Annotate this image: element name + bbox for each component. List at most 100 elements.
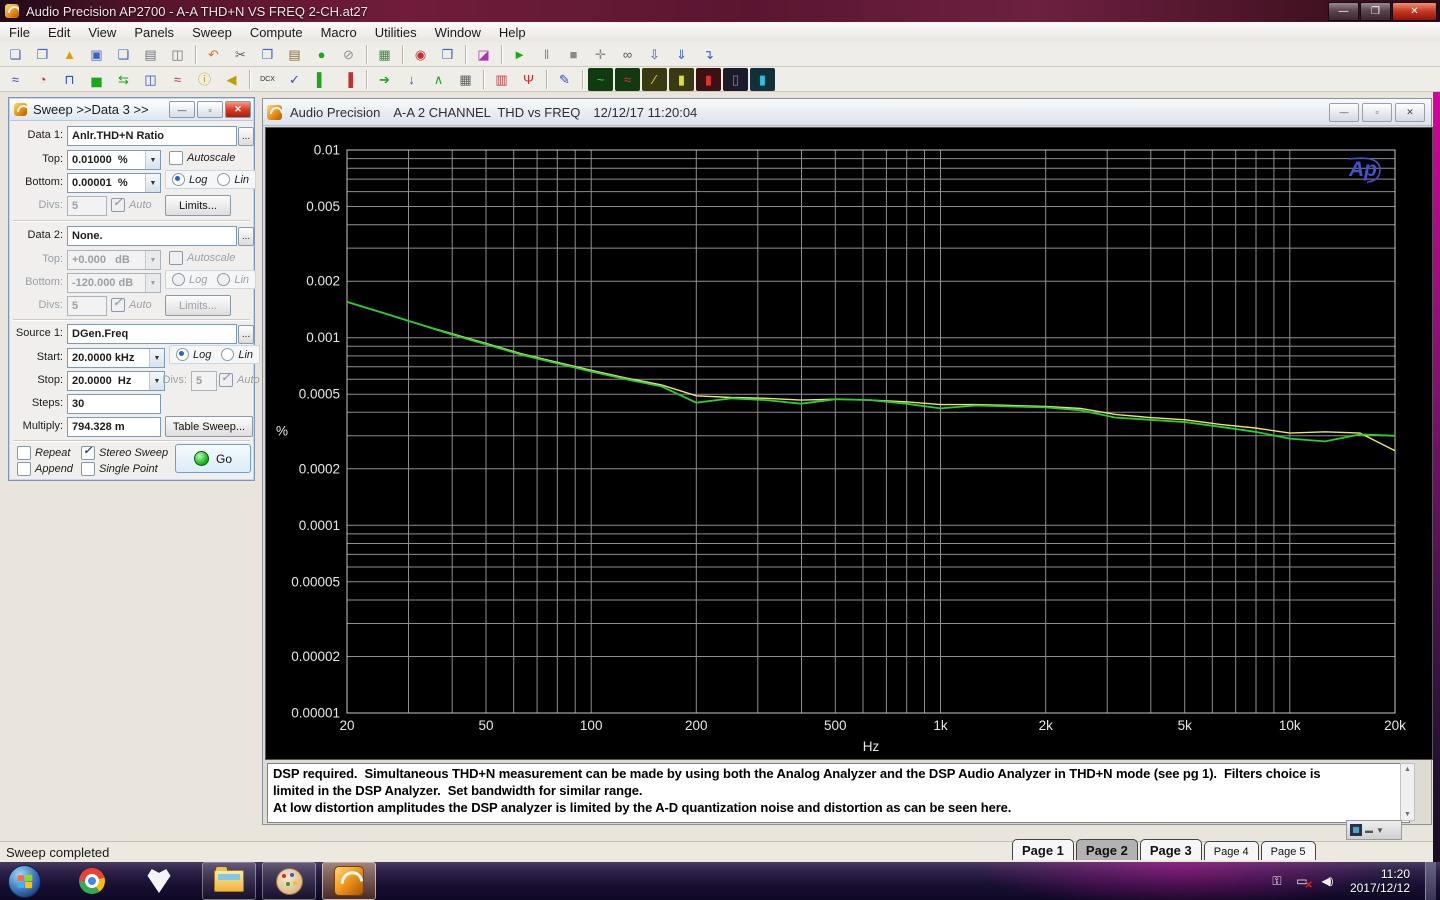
dio-panel-button[interactable]: ◫ (138, 68, 163, 91)
expand-icon[interactable]: ▼ (1376, 826, 1384, 835)
cursor-down-button[interactable]: ⇩ (642, 43, 667, 66)
scope-panel-button[interactable]: ≈ (3, 68, 28, 91)
dropdown-arrow-icon[interactable]: ▼ (145, 174, 160, 192)
comment-scrollbar[interactable]: ▲ ▼ (1400, 763, 1415, 821)
regulation-button[interactable]: ❒ (435, 43, 460, 66)
pan-tool-button[interactable]: ✛ (588, 43, 613, 66)
start-combo[interactable]: 20.0000 kHz ▼ (67, 348, 165, 368)
data1-bottom-combo[interactable]: 0.00001 % ▼ (67, 173, 161, 193)
multiply-input[interactable]: 794.328 m (67, 417, 161, 437)
restore-icon[interactable]: ▬ (1365, 826, 1373, 835)
data2-input[interactable]: None. (67, 226, 237, 246)
page-thumb-2-button[interactable]: ≈ (615, 67, 640, 91)
sweep-panel-titlebar[interactable]: Sweep >>Data 3 >> — ▫ ✕ (10, 99, 253, 121)
source1-browse-button[interactable]: ... (238, 325, 254, 344)
repeat-checkbox[interactable]: Repeat (17, 446, 70, 460)
menu-item-compute[interactable]: Compute (241, 22, 312, 42)
page-tab-3[interactable]: Page 3 (1139, 839, 1202, 860)
panel-maximize-button[interactable]: ▫ (197, 101, 223, 118)
taskbar-clock[interactable]: 11:20 2017/12/12 (1344, 867, 1416, 895)
steps-input[interactable]: 30 (67, 394, 161, 414)
taskbar-explorer-button[interactable] (202, 862, 256, 900)
sweep-run-button[interactable]: ➔ (372, 68, 397, 91)
go-button[interactable]: ● (309, 43, 334, 66)
generator-panel-button[interactable]: ▅ (84, 68, 109, 91)
info-panel-button[interactable]: ⓘ (192, 68, 217, 91)
append-checkbox[interactable]: Append (17, 462, 73, 476)
regulate-panel-button[interactable]: Ψ (516, 68, 541, 91)
open-append-button[interactable]: ❐ (30, 43, 55, 66)
multitone-panel-button[interactable]: ≈ (165, 68, 190, 91)
menu-item-panels[interactable]: Panels (125, 22, 183, 42)
wizard-button[interactable]: ◪ (471, 43, 496, 66)
page-thumb-1-button[interactable]: ~ (588, 67, 613, 91)
copy-button[interactable]: ❐ (255, 43, 280, 66)
minimize-button[interactable]: — (1328, 2, 1359, 21)
cursor-goto-button[interactable]: ↴ (696, 43, 721, 66)
source1-input[interactable]: DGen.Freq (67, 324, 237, 344)
page-thumb-5-button[interactable]: ▮ (696, 67, 721, 91)
data1-limits-button[interactable]: Limits... (165, 195, 231, 216)
digital-analyzer-button[interactable]: ⊓ (57, 68, 82, 91)
scroll-up-icon[interactable]: ▲ (1404, 764, 1411, 775)
page-thumb-3-button[interactable]: ∕ (642, 67, 667, 91)
table-sweep-button[interactable]: Table Sweep... (165, 416, 253, 437)
graph-minimize-button[interactable]: — (1329, 102, 1359, 122)
menu-item-help[interactable]: Help (490, 22, 535, 42)
paste-button[interactable]: ▤ (282, 43, 307, 66)
scroll-down-icon[interactable]: ▼ (1404, 809, 1411, 820)
sweep-append-button[interactable]: ↓ (399, 68, 424, 91)
macro-editor-button[interactable]: ✎ (552, 68, 577, 91)
new-test-button[interactable]: ❏ (3, 43, 28, 66)
close-button[interactable]: ✕ (1392, 2, 1437, 21)
taskbar-foobar2000-button[interactable] (133, 863, 185, 899)
power-plug-icon[interactable]: ⚿ (1269, 873, 1285, 889)
taskbar-paint-button[interactable] (262, 862, 316, 900)
source1-lin-radio[interactable]: Lin (221, 348, 253, 361)
show-desktop-button[interactable] (1425, 862, 1436, 900)
panel-minimize-button[interactable]: — (169, 101, 195, 118)
graph-maximize-button[interactable]: ▫ (1362, 102, 1392, 122)
bargraph-green-button[interactable]: ▌ (309, 68, 334, 91)
bargraph-red-button[interactable]: ▐ (336, 68, 361, 91)
stop-combo[interactable]: 20.0000 Hz ▼ (67, 371, 165, 391)
monitor-tool-button[interactable]: ∞ (615, 43, 640, 66)
graph-close-button[interactable]: ✕ (1395, 102, 1425, 122)
data-table-button[interactable]: ▦ (453, 68, 478, 91)
page-thumb-6-button[interactable]: ▯ (723, 67, 748, 91)
data1-top-combo[interactable]: 0.01000 % ▼ (67, 150, 161, 170)
go-button[interactable]: Go (175, 444, 251, 473)
settling-panel-button[interactable]: ✓ (282, 68, 307, 91)
thd-vs-freq-chart[interactable]: 20 50 100 200 500 1k 2k 5k 10k 20k 0.01 0.005 0.002 0… (266, 128, 1432, 759)
comment-box[interactable]: DSP required. Simultaneous THD+N measure… (267, 763, 1410, 823)
stop-button[interactable]: ⊘ (336, 43, 361, 66)
data2-browse-button[interactable]: ... (238, 227, 254, 246)
data1-lin-radio[interactable]: Lin (217, 173, 249, 186)
dropdown-arrow-icon[interactable]: ▼ (149, 349, 164, 367)
titlebar[interactable]: Audio Precision AP2700 - A-A THD+N VS FR… (0, 0, 1440, 22)
open-test-button[interactable]: ▲ (57, 43, 82, 66)
panel-close-button[interactable]: ✕ (225, 101, 251, 118)
analog-analyzer-button[interactable]: ◔ (30, 68, 55, 91)
bargraph-panel-button[interactable]: ▥ (489, 68, 514, 91)
taskbar-chrome-button[interactable] (66, 863, 118, 899)
graph-buffer-button[interactable]: ▦ (372, 43, 397, 66)
stop-sweep-button[interactable]: ■ (561, 43, 586, 66)
speaker-panel-button[interactable]: ◀ (219, 68, 244, 91)
save-test-button[interactable]: ▣ (84, 43, 109, 66)
cursor-next-button[interactable]: ⇓ (669, 43, 694, 66)
learn-mode-button[interactable]: ◉ (408, 43, 433, 66)
save-all-button[interactable]: ❑ (111, 43, 136, 66)
cut-button[interactable]: ✂ (228, 43, 253, 66)
undo-button[interactable]: ↶ (201, 43, 226, 66)
data1-browse-button[interactable]: ... (238, 127, 254, 146)
single-point-checkbox[interactable]: Single Point (81, 462, 158, 476)
dropdown-arrow-icon[interactable]: ▼ (145, 151, 160, 169)
dcx-panel-button[interactable]: DCX (255, 68, 280, 91)
pause-sweep-button[interactable]: ‖ (534, 43, 559, 66)
menu-item-utilities[interactable]: Utilities (366, 22, 426, 42)
restore-button[interactable]: ❐ (1360, 2, 1391, 21)
taskbar-audio-precision-button[interactable] (322, 862, 376, 900)
start-sweep-button[interactable]: ► (507, 43, 532, 66)
data1-autoscale-checkbox[interactable]: Autoscale (169, 151, 235, 165)
